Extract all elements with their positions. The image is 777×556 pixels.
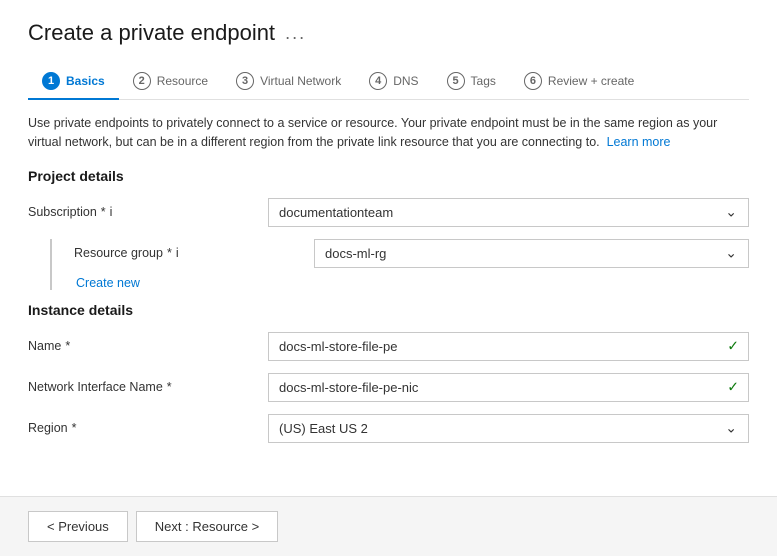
tab-bar: 1 Basics 2 Resource 3 Virtual Network 4 …	[28, 64, 749, 100]
region-row: Region * (US) East US 2	[28, 414, 749, 443]
tab-tags-label: Tags	[471, 74, 496, 88]
subscription-field: documentationteam	[268, 198, 749, 227]
tab-dns[interactable]: 4 DNS	[355, 64, 432, 100]
description-text: Use private endpoints to privately conne…	[28, 114, 749, 152]
subscription-label: Subscription * i	[28, 205, 268, 219]
main-content: Create a private endpoint ... 1 Basics 2…	[0, 0, 777, 496]
nic-input-wrapper: ✓	[268, 373, 749, 402]
rg-select[interactable]: docs-ml-rg	[314, 239, 749, 268]
name-input-wrapper: ✓	[268, 332, 749, 361]
tab-resource-number: 2	[133, 72, 151, 90]
region-required: *	[72, 421, 77, 435]
footer: < Previous Next : Resource >	[0, 496, 777, 556]
tab-vnet-number: 3	[236, 72, 254, 90]
nic-field: ✓	[268, 373, 749, 402]
subscription-row: Subscription * i documentationteam	[28, 198, 749, 227]
subscription-select[interactable]: documentationteam	[268, 198, 749, 227]
nic-label: Network Interface Name *	[28, 380, 268, 394]
tab-review-create[interactable]: 6 Review + create	[510, 64, 648, 100]
tab-tags-number: 5	[447, 72, 465, 90]
instance-details-title: Instance details	[28, 302, 749, 318]
name-input[interactable]	[268, 332, 749, 361]
tab-review-label: Review + create	[548, 74, 634, 88]
tab-dns-number: 4	[369, 72, 387, 90]
page-container: Create a private endpoint ... 1 Basics 2…	[0, 0, 777, 556]
tab-review-number: 6	[524, 72, 542, 90]
nic-checkmark: ✓	[727, 379, 739, 396]
rg-select-wrapper: docs-ml-rg	[314, 239, 749, 268]
subscription-required: *	[101, 205, 106, 219]
create-new-link[interactable]: Create new	[76, 276, 140, 290]
resource-group-label: Resource group * i	[74, 246, 314, 260]
nic-input[interactable]	[268, 373, 749, 402]
page-title-dots: ...	[285, 23, 306, 44]
nic-required: *	[167, 380, 172, 394]
rg-required: *	[167, 246, 172, 260]
name-label: Name *	[28, 339, 268, 353]
name-field: ✓	[268, 332, 749, 361]
name-checkmark: ✓	[727, 338, 739, 355]
subscription-select-wrapper: documentationteam	[268, 198, 749, 227]
name-row: Name * ✓	[28, 332, 749, 361]
project-details-title: Project details	[28, 168, 749, 184]
tab-dns-label: DNS	[393, 74, 418, 88]
next-button[interactable]: Next : Resource >	[136, 511, 278, 542]
name-required: *	[65, 339, 70, 353]
region-label: Region *	[28, 421, 268, 435]
resource-group-content: Resource group * i docs-ml-rg Create new	[74, 239, 749, 290]
indent-bar	[50, 239, 52, 290]
tab-resource-label: Resource	[157, 74, 208, 88]
region-field: (US) East US 2	[268, 414, 749, 443]
rg-field: docs-ml-rg	[314, 239, 749, 268]
nic-row: Network Interface Name * ✓	[28, 373, 749, 402]
page-title: Create a private endpoint	[28, 20, 275, 46]
tab-virtual-network[interactable]: 3 Virtual Network	[222, 64, 355, 100]
tab-tags[interactable]: 5 Tags	[433, 64, 510, 100]
resource-group-row: Resource group * i docs-ml-rg	[74, 239, 749, 268]
learn-more-link[interactable]: Learn more	[607, 135, 671, 149]
tab-basics-label: Basics	[66, 74, 105, 88]
resource-group-indent: Resource group * i docs-ml-rg Create new	[28, 239, 749, 290]
region-select-wrapper: (US) East US 2	[268, 414, 749, 443]
previous-button[interactable]: < Previous	[28, 511, 128, 542]
tab-basics[interactable]: 1 Basics	[28, 64, 119, 100]
subscription-info-icon[interactable]: i	[110, 205, 113, 219]
create-new-wrapper: Create new	[74, 272, 749, 290]
tab-resource[interactable]: 2 Resource	[119, 64, 222, 100]
tab-basics-number: 1	[42, 72, 60, 90]
page-title-row: Create a private endpoint ...	[28, 20, 749, 46]
tab-vnet-label: Virtual Network	[260, 74, 341, 88]
rg-info-icon[interactable]: i	[176, 246, 179, 260]
region-select[interactable]: (US) East US 2	[268, 414, 749, 443]
